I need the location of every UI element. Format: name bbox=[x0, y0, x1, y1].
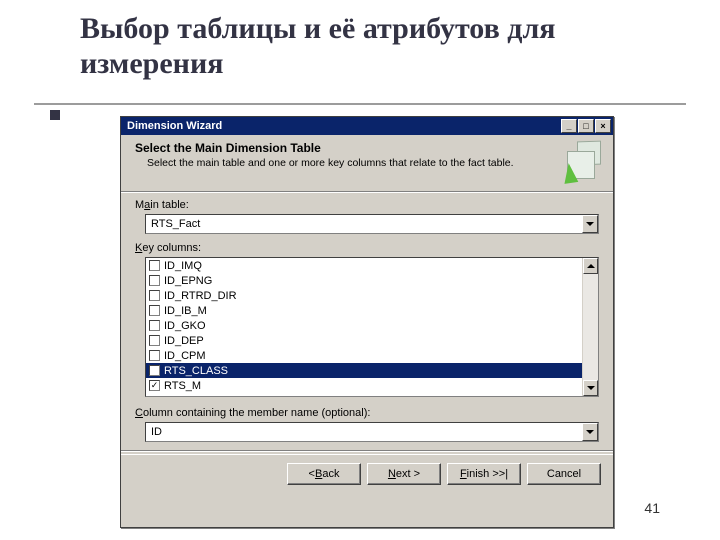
maximize-button[interactable]: □ bbox=[578, 119, 594, 133]
list-item[interactable]: ID_DEP bbox=[146, 333, 582, 348]
titlebar[interactable]: Dimension Wizard _ □ × bbox=[121, 117, 613, 135]
checkbox[interactable] bbox=[149, 380, 160, 391]
title-bullet bbox=[50, 110, 60, 120]
list-item[interactable]: RTS_CLASS bbox=[146, 363, 582, 378]
checkbox[interactable] bbox=[149, 320, 160, 331]
chevron-down-icon bbox=[586, 430, 594, 434]
list-item[interactable]: ID_EPNG bbox=[146, 273, 582, 288]
list-item-label: ID_DEP bbox=[164, 335, 204, 347]
next-button[interactable]: Next > bbox=[367, 463, 441, 485]
list-item-label: ID_IMQ bbox=[164, 260, 202, 272]
list-item-label: RTS_CLASS bbox=[164, 365, 228, 377]
key-columns-label: Key columns: bbox=[135, 242, 599, 254]
dimension-icon bbox=[559, 141, 603, 185]
checkbox[interactable] bbox=[149, 305, 160, 316]
list-item-label: ID_EPNG bbox=[164, 275, 212, 287]
dropdown-button[interactable] bbox=[582, 215, 598, 233]
checkbox[interactable] bbox=[149, 350, 160, 361]
list-item-label: ID_GKO bbox=[164, 320, 206, 332]
key-columns-listbox[interactable]: ID_IMQ ID_EPNG ID_RTRD_DIR ID_IB_M ID_GKO ID_… bbox=[145, 257, 599, 397]
list-item[interactable]: ID_CPM bbox=[146, 348, 582, 363]
list-item[interactable]: ID_IMQ bbox=[146, 258, 582, 273]
checkbox[interactable] bbox=[149, 275, 160, 286]
scroll-down-button[interactable] bbox=[583, 380, 598, 396]
list-item[interactable]: ID_RTRD_DIR bbox=[146, 288, 582, 303]
list-item[interactable]: ID_IB_M bbox=[146, 303, 582, 318]
listbox-scrollbar[interactable] bbox=[582, 258, 598, 396]
scroll-track[interactable] bbox=[583, 274, 598, 380]
back-button[interactable]: < Back bbox=[287, 463, 361, 485]
chevron-up-icon bbox=[587, 264, 595, 268]
close-button[interactable]: × bbox=[595, 119, 611, 133]
main-table-value: RTS_Fact bbox=[146, 218, 582, 230]
wizard-header: Select the Main Dimension Table Select t… bbox=[121, 135, 613, 191]
member-name-value: ID bbox=[146, 426, 582, 438]
member-name-label: Column containing the member name (optio… bbox=[135, 407, 599, 419]
main-table-label: Main table: bbox=[135, 199, 599, 211]
list-item-label: ID_IB_M bbox=[164, 305, 207, 317]
titlebar-text: Dimension Wizard bbox=[127, 120, 561, 132]
dimension-wizard-dialog: Dimension Wizard _ □ × Select the Main D… bbox=[120, 116, 614, 528]
slide-title: Выбор таблицы и её атрибутов для измерен… bbox=[0, 0, 720, 87]
chevron-down-icon bbox=[587, 386, 595, 390]
chevron-down-icon bbox=[586, 222, 594, 226]
list-item-label: ID_CPM bbox=[164, 350, 206, 362]
main-table-dropdown[interactable]: RTS_Fact bbox=[145, 214, 599, 234]
dropdown-button[interactable] bbox=[582, 423, 598, 441]
list-item-label: RTS_M bbox=[164, 380, 201, 392]
wizard-button-row: < Back Next > Finish >>| Cancel bbox=[121, 454, 613, 493]
list-item[interactable]: ID_GKO bbox=[146, 318, 582, 333]
wizard-heading: Select the Main Dimension Table bbox=[135, 141, 551, 155]
checkbox[interactable] bbox=[149, 335, 160, 346]
member-name-dropdown[interactable]: ID bbox=[145, 422, 599, 442]
title-underline bbox=[34, 103, 686, 105]
cancel-button[interactable]: Cancel bbox=[527, 463, 601, 485]
wizard-subtext: Select the main table and one or more ke… bbox=[135, 157, 551, 170]
scroll-up-button[interactable] bbox=[583, 258, 598, 274]
checkbox[interactable] bbox=[149, 365, 160, 376]
checkbox[interactable] bbox=[149, 260, 160, 271]
minimize-button[interactable]: _ bbox=[561, 119, 577, 133]
list-item[interactable]: RTS_M bbox=[146, 378, 582, 393]
finish-button[interactable]: Finish >>| bbox=[447, 463, 521, 485]
page-number: 41 bbox=[644, 500, 660, 516]
checkbox[interactable] bbox=[149, 290, 160, 301]
list-item-label: ID_RTRD_DIR bbox=[164, 290, 237, 302]
